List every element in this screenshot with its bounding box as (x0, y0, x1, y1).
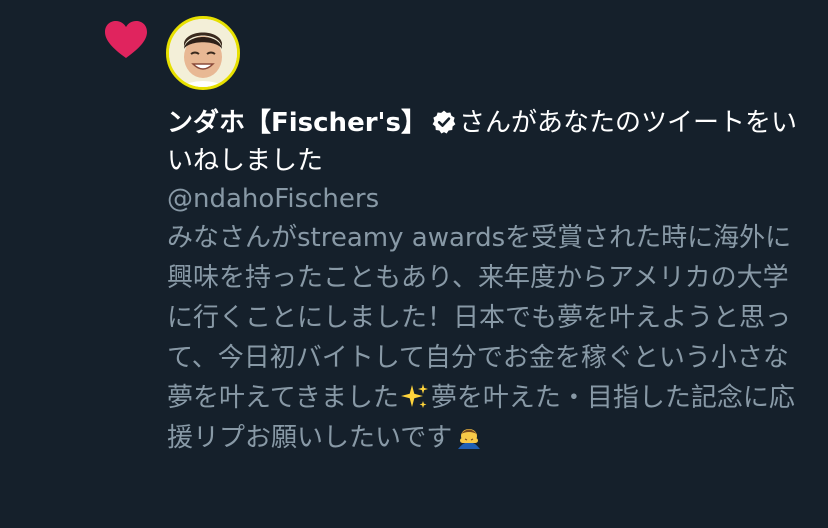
verified-badge-icon (432, 110, 456, 134)
sparkles-icon (400, 384, 428, 408)
like-heart-icon (105, 21, 147, 58)
tweet-text: みなさんがstreamy awardsを受賞された時に海外に興味を持ったこともあ… (167, 218, 797, 458)
bowing-person-icon (458, 429, 481, 449)
display-name[interactable]: ンダホ【Fischer's】 (167, 108, 427, 138)
notification-headline: ンダホ【Fischer's】 さんがあなたのツイートをいいねしました (167, 104, 797, 180)
user-handle[interactable]: @ndahoFischers (167, 180, 797, 218)
avatar[interactable] (166, 16, 240, 90)
notification-body[interactable]: ンダホ【Fischer's】 さんがあなたのツイートをいいねしました @ndaho… (167, 104, 797, 458)
avatar-face-icon (169, 19, 237, 87)
